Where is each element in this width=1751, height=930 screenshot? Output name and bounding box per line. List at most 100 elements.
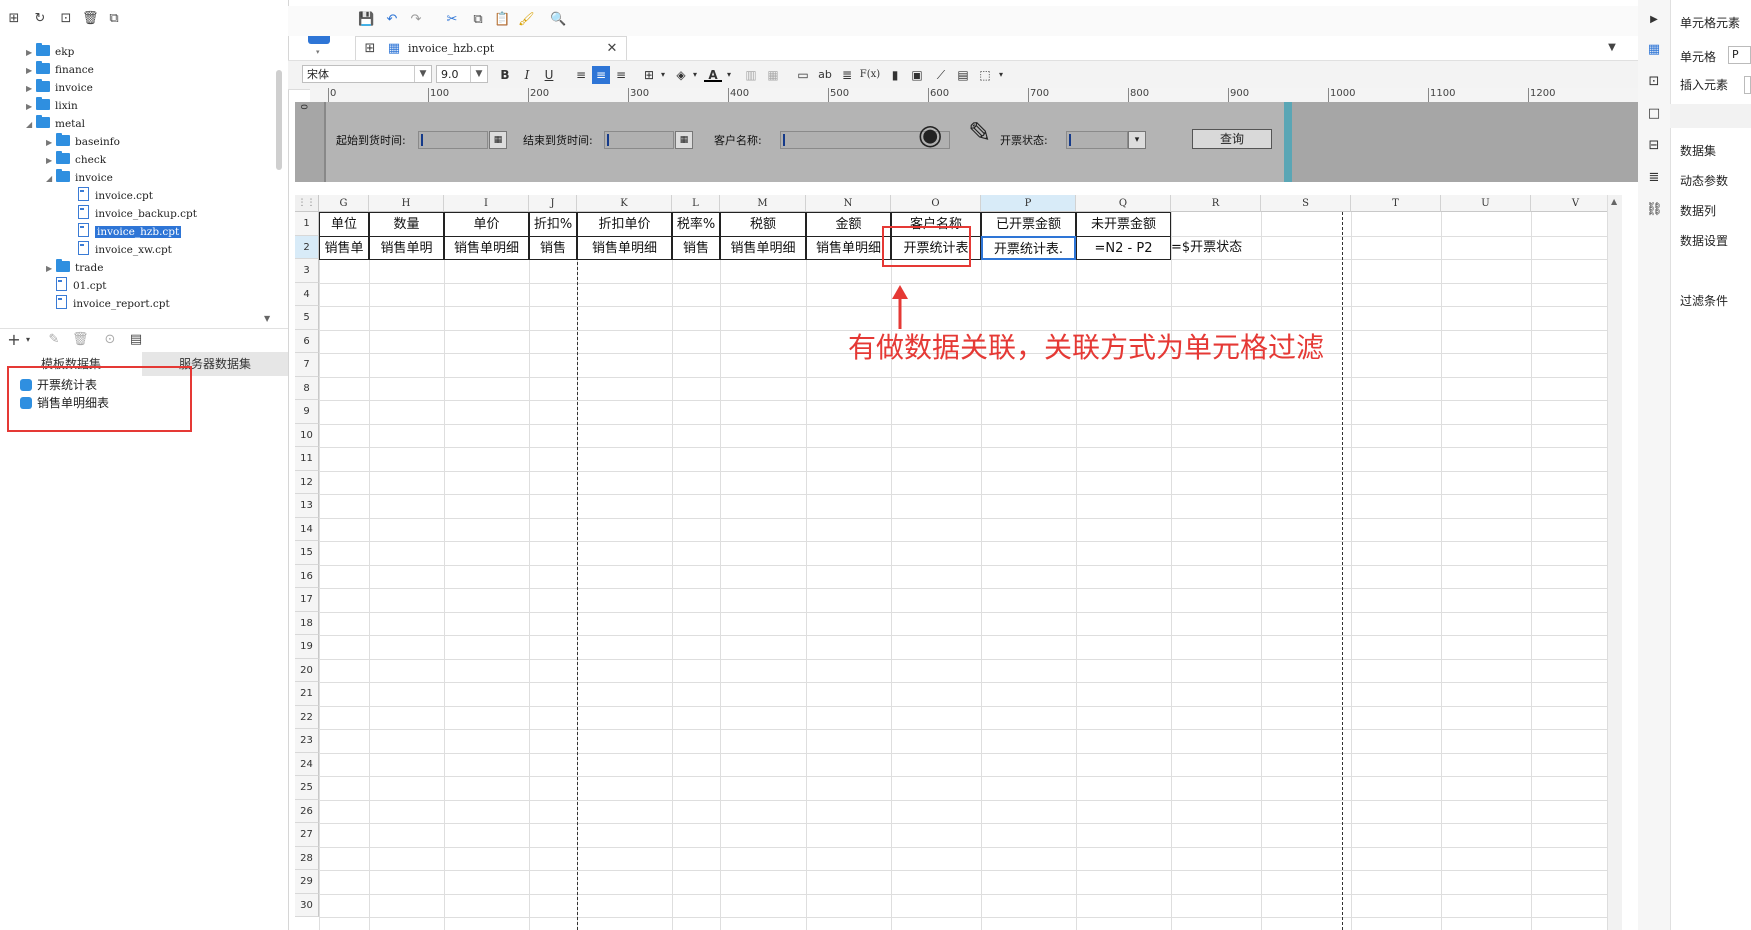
row-header[interactable]: 8 — [295, 376, 319, 400]
sheet-cell[interactable]: 数量 — [369, 212, 444, 237]
row-header[interactable]: 2 — [295, 235, 319, 259]
column-header[interactable]: J — [529, 195, 577, 212]
parameter-pane-edge[interactable] — [1284, 102, 1292, 182]
server-dataset-icon[interactable]: ▤ — [128, 332, 144, 348]
row-header[interactable]: 5 — [295, 306, 319, 330]
column-header[interactable]: G — [319, 195, 369, 212]
column-header[interactable]: T — [1351, 195, 1441, 212]
align-left-icon[interactable]: ≡ — [572, 66, 590, 84]
formula-icon[interactable]: F(x) — [858, 66, 882, 84]
font-size-select[interactable]: 9.0 ▼ — [436, 65, 488, 83]
chevron-down-icon[interactable]: ◢ — [26, 116, 36, 134]
image-icon[interactable]: ▣ — [908, 66, 926, 84]
refresh-icon[interactable]: ↻ — [32, 11, 48, 27]
column-header[interactable]: S — [1261, 195, 1351, 212]
row-header[interactable]: 7 — [295, 353, 319, 377]
sheet-cell[interactable]: 税额 — [720, 212, 806, 237]
column-header[interactable]: P — [981, 195, 1076, 212]
dropdown-icon[interactable]: ▾ — [1128, 131, 1146, 149]
row-header[interactable]: 3 — [295, 259, 319, 283]
italic-button[interactable]: I — [518, 66, 536, 84]
align-center-icon[interactable]: ≡ — [592, 66, 610, 84]
chevron-down-icon[interactable]: ▾ — [20, 332, 36, 348]
delete-icon[interactable]: 🗑 — [82, 11, 99, 27]
chevron-right-icon[interactable]: ▶ — [46, 260, 56, 278]
panel-item-label[interactable]: 数据列 — [1680, 202, 1716, 219]
column-header[interactable]: O — [891, 195, 981, 212]
row-header[interactable]: 25 — [295, 776, 319, 800]
sheet-cell[interactable]: 销售 — [672, 235, 720, 260]
sheet-cell[interactable]: 销售 — [529, 235, 577, 260]
edit-icon[interactable]: ✎ — [46, 332, 62, 348]
sheet-cell[interactable]: 税率% — [672, 212, 720, 237]
row-header[interactable]: 28 — [295, 846, 319, 870]
sheet-cell[interactable]: 金额 — [806, 212, 891, 237]
preview-icon[interactable]: ⊙ — [102, 332, 118, 348]
copy-icon[interactable]: ⧉ — [470, 12, 486, 28]
sheet-cell[interactable]: 已开票金额 — [981, 212, 1076, 237]
tree-file[interactable]: 01.cpt — [46, 277, 107, 295]
sheet-cell[interactable]: 折扣% — [529, 212, 577, 237]
tree-folder[interactable]: ◢ metal — [26, 115, 85, 133]
panel-item-label[interactable]: 过滤条件 — [1680, 292, 1728, 309]
widget-icon[interactable]: ⊟ — [1646, 138, 1662, 154]
cell-ref-input[interactable]: P — [1728, 46, 1751, 64]
calendar-icon[interactable]: ▦ — [489, 131, 507, 149]
sheet-cell[interactable]: 销售单明细 — [444, 235, 529, 260]
chevron-down-icon[interactable]: ▾ — [720, 66, 738, 84]
merge-cells-icon[interactable]: ▥ — [742, 66, 760, 84]
chevron-right-icon[interactable]: ▶ — [26, 98, 36, 116]
chevron-right-icon[interactable]: ▶ — [46, 134, 56, 152]
chevron-down-icon[interactable]: ▾ — [686, 66, 704, 84]
row-header[interactable]: 19 — [295, 635, 319, 659]
insert-element-select[interactable] — [1744, 76, 1751, 94]
column-header[interactable]: Q — [1076, 195, 1171, 212]
new-folder-icon[interactable]: ⊞ — [6, 11, 22, 27]
chevron-right-icon[interactable]: ▶ — [26, 44, 36, 62]
sheet-cell[interactable]: 未开票金额 — [1076, 212, 1171, 237]
tree-file[interactable]: invoice_backup.cpt — [68, 205, 197, 223]
column-header[interactable]: I — [444, 195, 529, 212]
column-header[interactable]: H — [369, 195, 444, 212]
query-button[interactable]: 查询 — [1192, 129, 1272, 149]
chart-icon[interactable]: ▮ — [886, 66, 904, 84]
column-header[interactable]: K — [577, 195, 672, 212]
tree-scroll-down-icon[interactable]: ▼ — [264, 314, 270, 323]
redo-icon[interactable]: ↷ — [408, 12, 424, 28]
panel-item-label[interactable]: 数据集 — [1680, 142, 1716, 159]
sheet-cell[interactable]: 销售单明细 — [720, 235, 806, 260]
tree-folder[interactable]: ▶ finance — [26, 61, 94, 79]
sheet-cell[interactable]: 销售单明 — [369, 235, 444, 260]
file-tab[interactable]: ⊞ ▦ invoice_hzb.cpt ✕ — [355, 36, 627, 61]
chevron-down-icon[interactable]: ▾ — [654, 66, 672, 84]
row-header[interactable]: 14 — [295, 517, 319, 541]
cell-attribute-icon[interactable]: ⊡ — [1646, 74, 1662, 90]
row-header[interactable]: 27 — [295, 823, 319, 847]
row-header[interactable]: 21 — [295, 682, 319, 706]
column-header[interactable]: U — [1441, 195, 1531, 212]
sheet-cell[interactable]: =N2 - P2 — [1076, 235, 1171, 260]
tree-folder[interactable]: ▶ check — [46, 151, 106, 169]
row-header[interactable]: 1 — [295, 212, 319, 236]
chevron-down-icon[interactable]: ▾ — [992, 66, 1010, 84]
paste-icon[interactable]: 📋 — [494, 12, 510, 28]
preview-icon[interactable]: 🔍 — [550, 12, 566, 28]
sub-report-icon[interactable]: ▤ — [954, 66, 972, 84]
panel-item-label[interactable]: 数据设置 — [1680, 232, 1728, 249]
chevron-right-icon[interactable]: ▶ — [1646, 12, 1662, 28]
chevron-down-icon[interactable]: ◢ — [46, 170, 56, 188]
sheet-cell[interactable]: 销售单明细 — [806, 235, 891, 260]
row-header[interactable]: 15 — [295, 541, 319, 565]
column-header[interactable]: L — [672, 195, 720, 212]
row-header[interactable]: 17 — [295, 588, 319, 612]
row-header[interactable]: 24 — [295, 752, 319, 776]
row-header[interactable]: 22 — [295, 705, 319, 729]
sheet-cell[interactable]: 销售单明细 — [577, 235, 672, 260]
align-right-icon[interactable]: ≡ — [612, 66, 630, 84]
start-time-input[interactable] — [418, 131, 488, 149]
bold-button[interactable]: B — [496, 66, 514, 84]
condition-icon[interactable]: ≣ — [1646, 170, 1662, 186]
slash-icon[interactable]: ⟋ — [932, 66, 950, 84]
tab-menu-icon[interactable]: ▼ — [1604, 40, 1620, 56]
row-header[interactable]: 29 — [295, 870, 319, 894]
